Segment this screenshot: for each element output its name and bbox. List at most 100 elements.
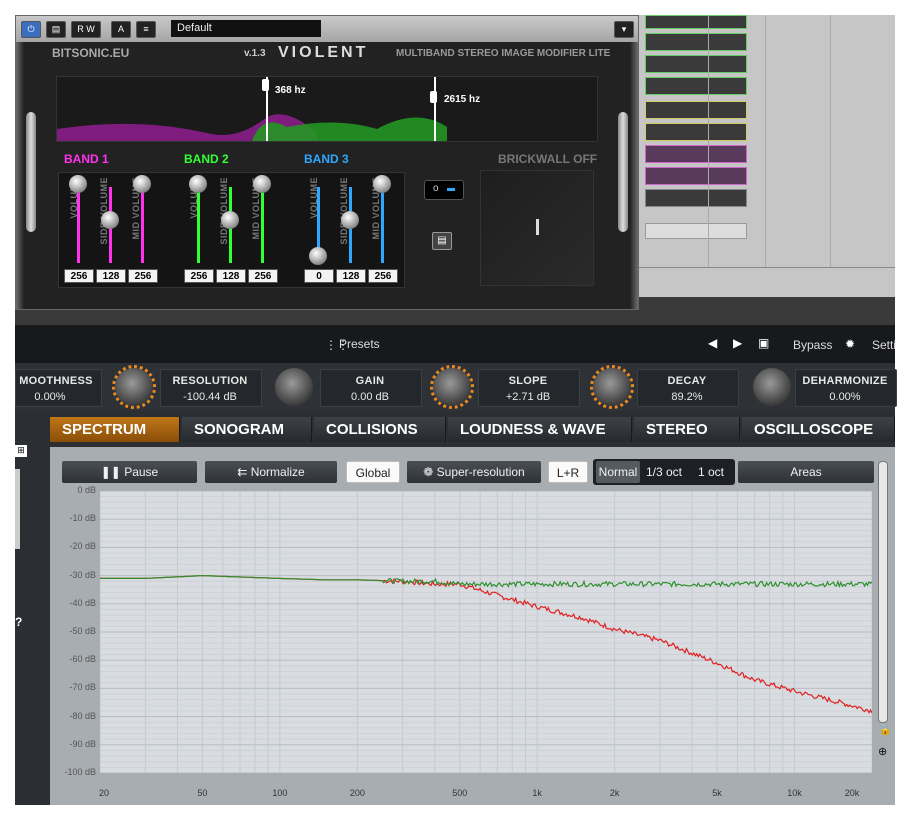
clip[interactable] bbox=[645, 223, 747, 239]
clip[interactable] bbox=[645, 33, 747, 51]
knob-cap bbox=[433, 368, 471, 406]
analyzer-plugin: ⋮⋮ Presets ◀ ▶ ▣ Bypass ✹ Setti MOOTHNES… bbox=[15, 325, 897, 805]
spectrum-graph[interactable]: 0 dB -10 dB -20 dB -30 dB -40 dB -50 dB -60 dB… bbox=[64, 485, 872, 798]
band-1-mid-value[interactable]: 256 bbox=[128, 269, 158, 283]
decay-knob[interactable] bbox=[590, 365, 634, 409]
next-preset-icon[interactable]: ▶ bbox=[733, 336, 742, 350]
areas-button[interactable]: Areas bbox=[738, 461, 874, 483]
pause-button[interactable]: ❚❚ Pause bbox=[62, 461, 197, 483]
spectrum-panel: ❚❚ Pause ⇇ Normalize Global ❁ Super-reso… bbox=[50, 447, 895, 805]
settings-icon[interactable]: ✹ bbox=[845, 337, 855, 351]
band-3-mid-track bbox=[381, 187, 384, 263]
clip[interactable] bbox=[645, 123, 747, 141]
normalize-button[interactable]: ⇇ Normalize bbox=[205, 461, 337, 483]
deharmonize-value: 0.00% bbox=[829, 391, 861, 403]
presets-button[interactable]: Presets bbox=[339, 337, 380, 351]
band-1-side-value[interactable]: 128 bbox=[96, 269, 126, 283]
lock-icon[interactable]: 🔒 bbox=[879, 725, 891, 736]
knob-cap bbox=[275, 368, 313, 406]
decay-label: DECAY bbox=[667, 375, 707, 387]
clip[interactable] bbox=[645, 77, 747, 95]
tab-collisions[interactable]: COLLISIONS bbox=[314, 417, 446, 442]
band-2-mid-fader[interactable] bbox=[253, 175, 271, 193]
ab-icon[interactable]: A bbox=[111, 21, 131, 38]
logo: VIOLENT bbox=[278, 44, 369, 61]
compare-icon[interactable]: ▤ bbox=[46, 21, 66, 38]
side-panel bbox=[15, 469, 20, 549]
smoothness-label: MOOTHNESS bbox=[19, 375, 93, 387]
knob-cap bbox=[115, 368, 153, 406]
clip[interactable] bbox=[645, 145, 747, 163]
grid-icon[interactable]: ⊞ bbox=[15, 445, 27, 457]
third-oct-option[interactable]: 1/3 oct bbox=[642, 461, 686, 483]
clip[interactable] bbox=[645, 15, 747, 29]
brand: BITSONIC.EU bbox=[52, 46, 130, 60]
dropdown-icon[interactable]: ▾ bbox=[614, 21, 634, 38]
deharmonize-knob[interactable] bbox=[750, 365, 794, 409]
y-tick-label: -90 dB bbox=[69, 738, 96, 749]
normal-option[interactable]: Normal bbox=[596, 461, 640, 483]
y-tick-label: -10 dB bbox=[69, 513, 96, 524]
zoom-icon[interactable]: ⊕ bbox=[878, 745, 887, 758]
band-1-mid-fader[interactable] bbox=[133, 175, 151, 193]
prev-preset-icon[interactable]: ◀ bbox=[708, 336, 717, 350]
crossover-handle-2[interactable] bbox=[430, 91, 437, 103]
band-3-side-fader[interactable] bbox=[341, 211, 359, 229]
menu-icon[interactable]: ≡ bbox=[136, 21, 156, 38]
power-icon[interactable]: ⏻ bbox=[21, 21, 41, 38]
super-resolution-button[interactable]: ❁ Super-resolution bbox=[407, 461, 541, 483]
randomize-icon[interactable]: ▣ bbox=[758, 336, 769, 350]
toggle-off-icon: o bbox=[433, 183, 439, 194]
read-write-icon[interactable]: R W bbox=[71, 21, 101, 38]
global-button[interactable]: Global bbox=[346, 461, 400, 483]
normalize-label: Normalize bbox=[250, 465, 305, 479]
mode-toggle[interactable]: o bbox=[424, 180, 464, 200]
tab-stereo[interactable]: STEREO bbox=[634, 417, 740, 442]
crossover-handle-1[interactable] bbox=[262, 79, 269, 91]
band-3-side-value[interactable]: 128 bbox=[336, 269, 366, 283]
band-2-side-fader[interactable] bbox=[221, 211, 239, 229]
slope-knob[interactable] bbox=[430, 365, 474, 409]
one-oct-option[interactable]: 1 oct bbox=[689, 461, 733, 483]
band-2-volume-fader[interactable] bbox=[189, 175, 207, 193]
resolution-label: RESOLUTION bbox=[172, 375, 248, 387]
rack-handle-left bbox=[26, 112, 36, 232]
settings-button[interactable]: Setti bbox=[872, 338, 896, 352]
band-1-volume-fader[interactable] bbox=[69, 175, 87, 193]
band-1-side-fader[interactable] bbox=[101, 211, 119, 229]
band-3-volume-value[interactable]: 0 bbox=[304, 269, 334, 283]
band-3-mid-fader[interactable] bbox=[373, 175, 391, 193]
help-icon[interactable]: ? bbox=[15, 615, 25, 629]
band-1-volume-value[interactable]: 256 bbox=[64, 269, 94, 283]
super-resolution-label: Super-resolution bbox=[436, 465, 525, 479]
band-2-mid-value[interactable]: 256 bbox=[248, 269, 278, 283]
band-2-volume-value[interactable]: 256 bbox=[184, 269, 214, 283]
spectrum-chart bbox=[100, 491, 872, 773]
band-3-mid-value[interactable]: 256 bbox=[368, 269, 398, 283]
lr-button[interactable]: L+R bbox=[548, 461, 588, 483]
band-3-volume-fader[interactable] bbox=[309, 247, 327, 265]
crossover-display[interactable] bbox=[56, 76, 598, 142]
clip[interactable] bbox=[645, 101, 747, 119]
tab-spectrum[interactable]: SPECTRUM bbox=[50, 417, 180, 442]
clip[interactable] bbox=[645, 167, 747, 185]
resolution-knob[interactable] bbox=[112, 365, 156, 409]
clip[interactable] bbox=[645, 55, 747, 73]
tab-sonogram[interactable]: SONOGRAM bbox=[182, 417, 312, 442]
clip[interactable] bbox=[645, 189, 747, 207]
vertical-scrollbar[interactable] bbox=[878, 461, 888, 723]
y-tick-label: 0 dB bbox=[77, 485, 96, 495]
tab-oscilloscope[interactable]: OSCILLOSCOPE bbox=[742, 417, 895, 442]
preset-select[interactable]: Default bbox=[171, 20, 321, 37]
tab-loudness-wave[interactable]: LOUDNESS & WAVE bbox=[448, 417, 632, 442]
crossover-1-label: 368 hz bbox=[275, 85, 306, 96]
bypass-button[interactable]: Bypass bbox=[793, 338, 832, 352]
gain-knob[interactable] bbox=[272, 365, 316, 409]
band-2-volume-track bbox=[197, 187, 200, 263]
resolution-value: -100.44 dB bbox=[183, 391, 237, 403]
band-2-side-value[interactable]: 128 bbox=[216, 269, 246, 283]
violent-plugin-window: ⏻ ▤ R W A ≡ Default ▾ BITSONIC.EU v.1.3 … bbox=[15, 15, 639, 310]
brickwall-button[interactable]: ▤ bbox=[432, 232, 452, 250]
x-tick-label: 100 bbox=[272, 788, 288, 798]
grid-line bbox=[830, 15, 831, 267]
